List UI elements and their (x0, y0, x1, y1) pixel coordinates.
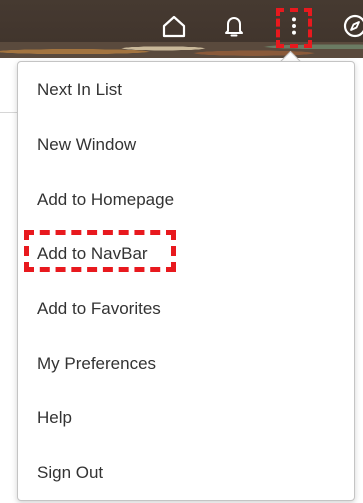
page-divider (0, 112, 18, 113)
menu-item-sign-out[interactable]: Sign Out (37, 461, 103, 485)
home-button[interactable] (160, 12, 188, 40)
compass-icon (343, 14, 363, 38)
menu-item-new-window[interactable]: New Window (37, 133, 136, 157)
menu-item-add-to-homepage[interactable]: Add to Homepage (37, 188, 174, 212)
add-to-navbar-highlight (24, 230, 176, 272)
menu-item-my-preferences[interactable]: My Preferences (37, 352, 156, 376)
actions-dropdown-menu: Next In List New Window Add to Homepage … (17, 61, 355, 501)
actions-button-highlight (276, 8, 312, 48)
home-icon (162, 15, 186, 38)
notifications-button[interactable] (220, 12, 248, 40)
bell-icon (225, 17, 243, 37)
navigator-button[interactable] (341, 12, 363, 40)
menu-item-help[interactable]: Help (37, 406, 72, 430)
menu-item-next-in-list[interactable]: Next In List (37, 78, 122, 102)
menu-item-add-to-favorites[interactable]: Add to Favorites (37, 297, 161, 321)
